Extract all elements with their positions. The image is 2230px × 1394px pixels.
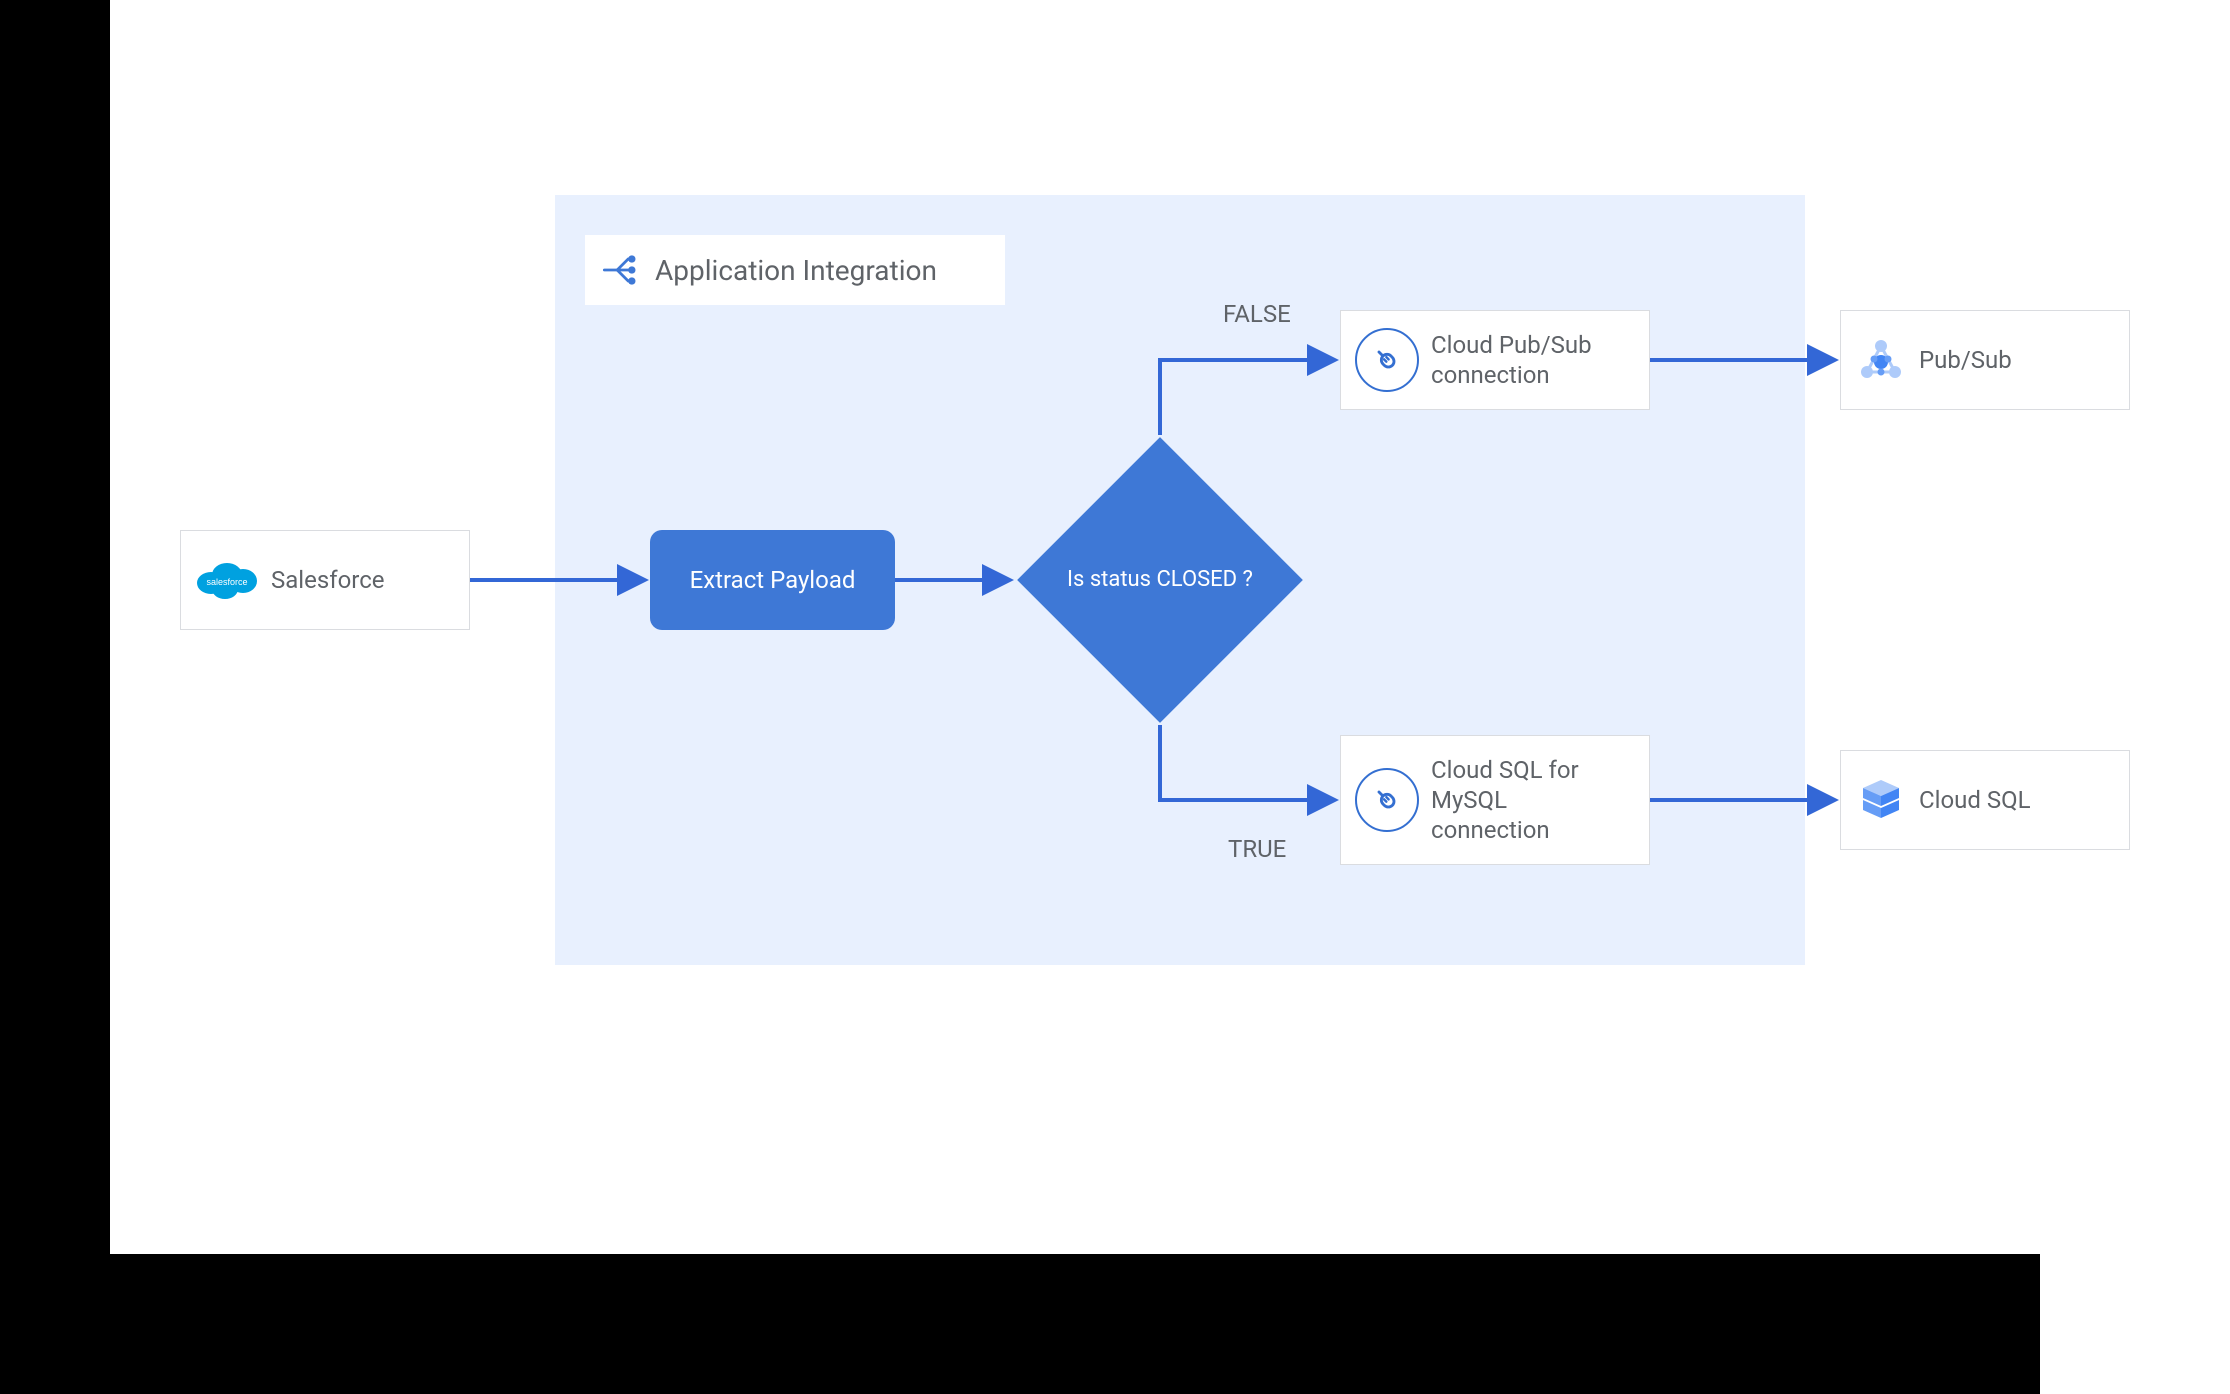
- edge-label-false: FALSE: [1223, 300, 1291, 328]
- cloudsql-label: Cloud SQL: [1919, 785, 2031, 815]
- decision-label: Is status CLOSED ?: [1050, 567, 1270, 592]
- svg-text:salesforce: salesforce: [206, 577, 247, 587]
- node-pubsub: Pub/Sub: [1840, 310, 2130, 410]
- node-mysql-connection: Cloud SQL for MySQL connection: [1340, 735, 1650, 865]
- connector-icon: [1355, 328, 1419, 392]
- mysql-conn-label: Cloud SQL for MySQL connection: [1431, 755, 1631, 845]
- extract-label: Extract Payload: [690, 566, 856, 594]
- integration-title-box: Application Integration: [585, 235, 1005, 305]
- integration-title: Application Integration: [655, 254, 937, 287]
- edge-label-true: TRUE: [1228, 835, 1286, 863]
- diagram-canvas: Application Integration salesforce Sales…: [110, 0, 2230, 1254]
- node-salesforce: salesforce Salesforce: [180, 530, 470, 630]
- integration-icon: [597, 248, 641, 292]
- salesforce-icon: salesforce: [195, 557, 259, 603]
- salesforce-label: Salesforce: [271, 565, 384, 595]
- pubsub-conn-label: Cloud Pub/Sub connection: [1431, 330, 1631, 390]
- node-cloudsql: Cloud SQL: [1840, 750, 2130, 850]
- node-extract-payload: Extract Payload: [650, 530, 895, 630]
- black-border-bottom: [0, 1254, 2040, 1394]
- pubsub-icon: [1855, 334, 1907, 386]
- connector-icon: [1355, 768, 1419, 832]
- black-border-left: [0, 0, 110, 1254]
- pubsub-label: Pub/Sub: [1919, 345, 2012, 375]
- node-pubsub-connection: Cloud Pub/Sub connection: [1340, 310, 1650, 410]
- cloudsql-icon: [1855, 774, 1907, 826]
